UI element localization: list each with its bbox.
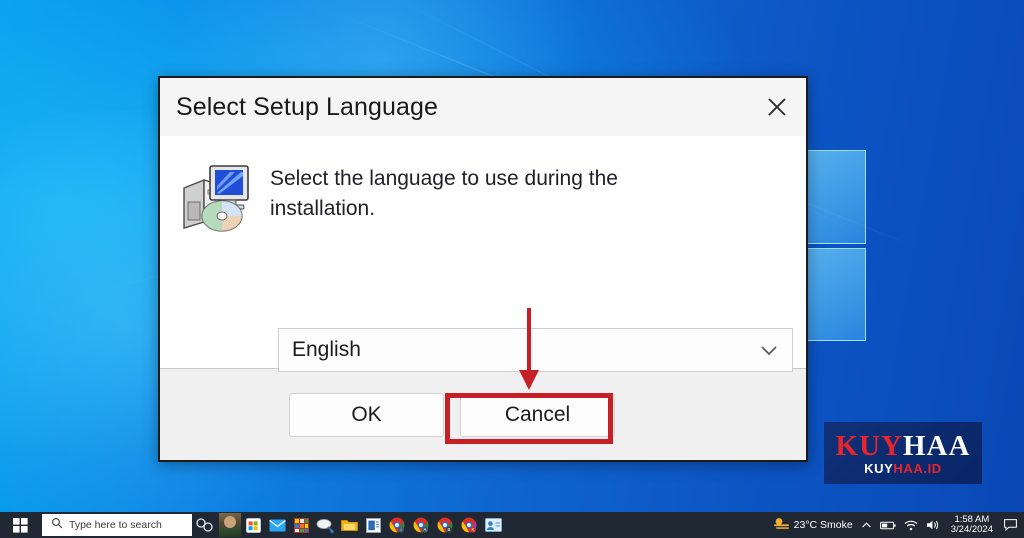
- clock-date: 3/24/2024: [950, 524, 993, 535]
- watermark-title-part2: HAA: [903, 429, 971, 462]
- chrome-browser-icon[interactable]: B: [433, 512, 457, 538]
- notification-bubble-icon[interactable]: [1000, 512, 1024, 538]
- weather-text: 23°C Smoke: [793, 519, 853, 531]
- speaker-icon[interactable]: [922, 512, 944, 538]
- wifi-icon[interactable]: [900, 512, 922, 538]
- clock[interactable]: 1:58 AM 3/24/2024: [944, 514, 1000, 536]
- people-avatar-icon[interactable]: [219, 513, 241, 537]
- cancel-button[interactable]: Cancel: [460, 392, 615, 437]
- close-icon[interactable]: [748, 78, 806, 136]
- kuyhaa-watermark: KUYHAA KUYHAA.ID: [824, 422, 982, 484]
- battery-icon[interactable]: [876, 512, 900, 538]
- chevron-up-icon[interactable]: [857, 512, 876, 538]
- search-icon: [51, 516, 63, 534]
- search-placeholder: Type here to search: [69, 519, 162, 531]
- microsoft-store-icon[interactable]: [241, 512, 265, 538]
- file-explorer-icon[interactable]: [337, 512, 361, 538]
- chevron-down-icon: [758, 339, 780, 361]
- watermark-subtitle-part1: KUY: [864, 460, 894, 476]
- paint-app-icon[interactable]: [313, 512, 337, 538]
- svg-text:K: K: [472, 527, 475, 532]
- mail-icon[interactable]: [265, 512, 289, 538]
- svg-text:i: i: [401, 527, 402, 532]
- watermark-subtitle: KUYHAA.ID: [864, 462, 942, 475]
- dialog-title: Select Setup Language: [176, 92, 439, 121]
- watermark-subtitle-part2: HAA.ID: [893, 460, 942, 476]
- colorful-grid-app-icon[interactable]: [289, 512, 313, 538]
- dialog-footer: OK Cancel: [160, 368, 806, 460]
- chrome-browser-icon[interactable]: i: [385, 512, 409, 538]
- dialog-body: Select the language to use during the in…: [160, 136, 806, 372]
- contacts-icon[interactable]: [481, 512, 505, 538]
- setup-computer-cd-icon: [178, 158, 256, 236]
- dialog-message: Select the language to use during the in…: [270, 167, 618, 221]
- weather-haze-icon: [773, 516, 790, 535]
- svg-text:A: A: [424, 527, 427, 532]
- search-input[interactable]: Type here to search: [42, 514, 192, 536]
- chrome-browser-icon[interactable]: A: [409, 512, 433, 538]
- windows-start-icon[interactable]: [0, 512, 40, 538]
- select-setup-language-dialog: Select Setup Language Select the languag…: [158, 76, 808, 462]
- svg-text:B: B: [448, 527, 451, 532]
- dialog-title-bar: Select Setup Language: [160, 78, 806, 136]
- chrome-browser-icon[interactable]: K: [457, 512, 481, 538]
- watermark-title: KUYHAA: [835, 429, 971, 462]
- weather-widget[interactable]: 23°C Smoke: [769, 512, 857, 538]
- language-select-value: English: [292, 338, 361, 361]
- word-document-icon[interactable]: [361, 512, 385, 538]
- watermark-title-part1: KUY: [835, 429, 903, 462]
- cortana-icon[interactable]: [192, 518, 218, 532]
- ok-button[interactable]: OK: [289, 392, 444, 437]
- system-tray: 23°C Smoke 1:58 AM 3/24/2024: [769, 512, 1024, 538]
- taskbar: Type here to search i A B K 23°C Smoke 1…: [0, 512, 1024, 538]
- language-select[interactable]: English: [278, 328, 793, 372]
